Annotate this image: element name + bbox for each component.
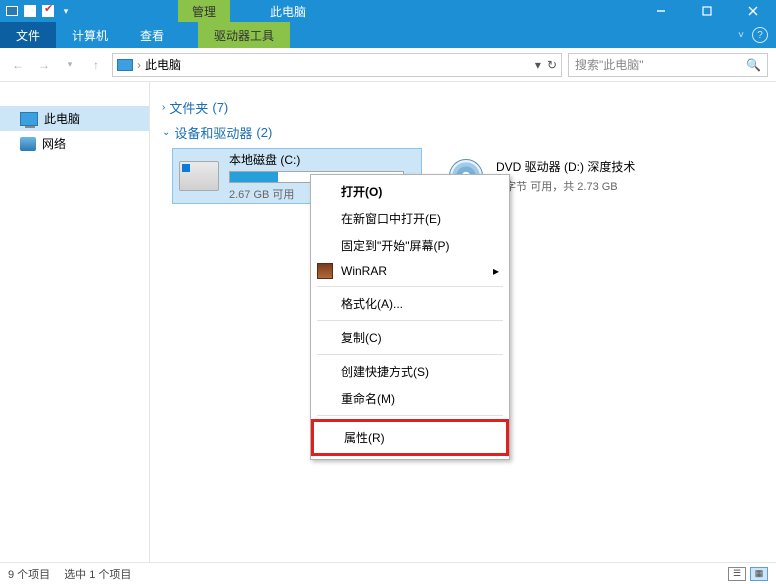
network-icon: [20, 137, 36, 151]
nav-up-icon[interactable]: ↑: [86, 55, 106, 75]
qat-dropdown-icon[interactable]: ▾: [58, 3, 74, 19]
minimize-button[interactable]: [638, 0, 684, 22]
sidebar-item-label: 网络: [42, 135, 66, 152]
group-label: 设备和驱动器: [174, 123, 252, 142]
ctx-winrar[interactable]: WinRAR ▸: [311, 259, 509, 283]
tab-view[interactable]: 查看: [124, 22, 180, 48]
status-item-count: 9 个项目: [8, 566, 50, 582]
drive-name: DVD 驱动器 (D:) 深度技术: [496, 158, 686, 175]
group-header-folders[interactable]: › 文件夹 (7): [162, 98, 768, 117]
pc-icon: [117, 59, 133, 71]
ctx-rename[interactable]: 重命名(M): [311, 385, 509, 412]
ctx-pin-start[interactable]: 固定到"开始"屏幕(P): [311, 232, 509, 259]
ctx-separator: [317, 286, 503, 287]
tab-file[interactable]: 文件: [0, 22, 56, 48]
ctx-open[interactable]: 打开(O): [311, 178, 509, 205]
status-selected-count: 选中 1 个项目: [64, 566, 131, 582]
maximize-button[interactable]: [684, 0, 730, 22]
ribbon-expand-icon[interactable]: ˅: [738, 30, 744, 41]
view-details-icon[interactable]: ☰: [728, 567, 746, 581]
navigation-bar: ← → ▾ ↑ › 此电脑 ▾ ↻ 搜索"此电脑" 🔍: [0, 48, 776, 82]
ctx-copy[interactable]: 复制(C): [311, 324, 509, 351]
group-count: (2): [256, 125, 272, 140]
sidebar-item-network[interactable]: 网络: [0, 131, 149, 156]
chevron-right-icon: ›: [162, 102, 165, 113]
ctx-separator: [317, 320, 503, 321]
breadcrumb-sep-icon: ›: [137, 58, 141, 72]
contextual-tab-label: 管理: [178, 0, 230, 22]
sidebar-item-this-pc[interactable]: 此电脑: [0, 106, 149, 131]
help-icon[interactable]: ?: [752, 27, 768, 43]
ctx-format[interactable]: 格式化(A)...: [311, 290, 509, 317]
nav-history-icon[interactable]: ▾: [60, 55, 80, 75]
ctx-open-new-window[interactable]: 在新窗口中打开(E): [311, 205, 509, 232]
group-count: (7): [212, 100, 228, 115]
ctx-properties-highlight: 属性(R): [311, 419, 509, 456]
ribbon-tabs: 文件 计算机 查看 驱动器工具 ˅ ?: [0, 22, 776, 48]
view-tiles-icon[interactable]: ▦: [750, 567, 768, 581]
context-menu: 打开(O) 在新窗口中打开(E) 固定到"开始"屏幕(P) WinRAR ▸ 格…: [310, 174, 510, 460]
title-bar: ✔ ▾ 管理 此电脑: [0, 0, 776, 22]
close-button[interactable]: [730, 0, 776, 22]
chevron-down-icon: ⌄: [162, 127, 170, 138]
pc-icon: [20, 112, 38, 126]
refresh-icon[interactable]: ↻: [547, 58, 557, 72]
system-menu-icon[interactable]: [4, 3, 20, 19]
ctx-properties[interactable]: 属性(R): [314, 424, 506, 451]
search-input[interactable]: 搜索"此电脑" 🔍: [568, 53, 768, 77]
hdd-icon: [177, 156, 221, 196]
nav-back-icon[interactable]: ←: [8, 55, 28, 75]
address-dropdown-icon[interactable]: ▾: [535, 58, 541, 72]
group-header-devices[interactable]: ⌄ 设备和驱动器 (2): [162, 123, 768, 142]
qat-icon-2[interactable]: ✔: [40, 3, 56, 19]
sidebar-item-label: 此电脑: [44, 110, 80, 127]
ctx-create-shortcut[interactable]: 创建快捷方式(S): [311, 358, 509, 385]
tab-computer[interactable]: 计算机: [56, 22, 124, 48]
nav-forward-icon[interactable]: →: [34, 55, 54, 75]
ctx-item-label: WinRAR: [341, 264, 387, 278]
ctx-separator: [317, 354, 503, 355]
ctx-separator: [317, 415, 503, 416]
window-title: 此电脑: [270, 3, 306, 20]
address-bar[interactable]: › 此电脑 ▾ ↻: [112, 53, 562, 77]
winrar-icon: [317, 263, 333, 279]
quick-access-toolbar: ✔ ▾: [0, 3, 78, 19]
status-bar: 9 个项目 选中 1 个项目 ☰ ▦: [0, 562, 776, 584]
qat-icon-1[interactable]: [22, 3, 38, 19]
tab-drive-tools[interactable]: 驱动器工具: [198, 22, 290, 48]
drive-name: 本地磁盘 (C:): [229, 151, 417, 168]
drive-subtext: 0 字节 可用，共 2.73 GB: [496, 178, 686, 194]
group-label: 文件夹: [169, 98, 208, 117]
nav-pane: 此电脑 网络: [0, 82, 150, 562]
search-icon: 🔍: [746, 58, 761, 72]
search-placeholder: 搜索"此电脑": [575, 56, 644, 73]
window-controls: [638, 0, 776, 22]
submenu-arrow-icon: ▸: [493, 264, 499, 278]
breadcrumb-location[interactable]: 此电脑: [145, 56, 181, 73]
